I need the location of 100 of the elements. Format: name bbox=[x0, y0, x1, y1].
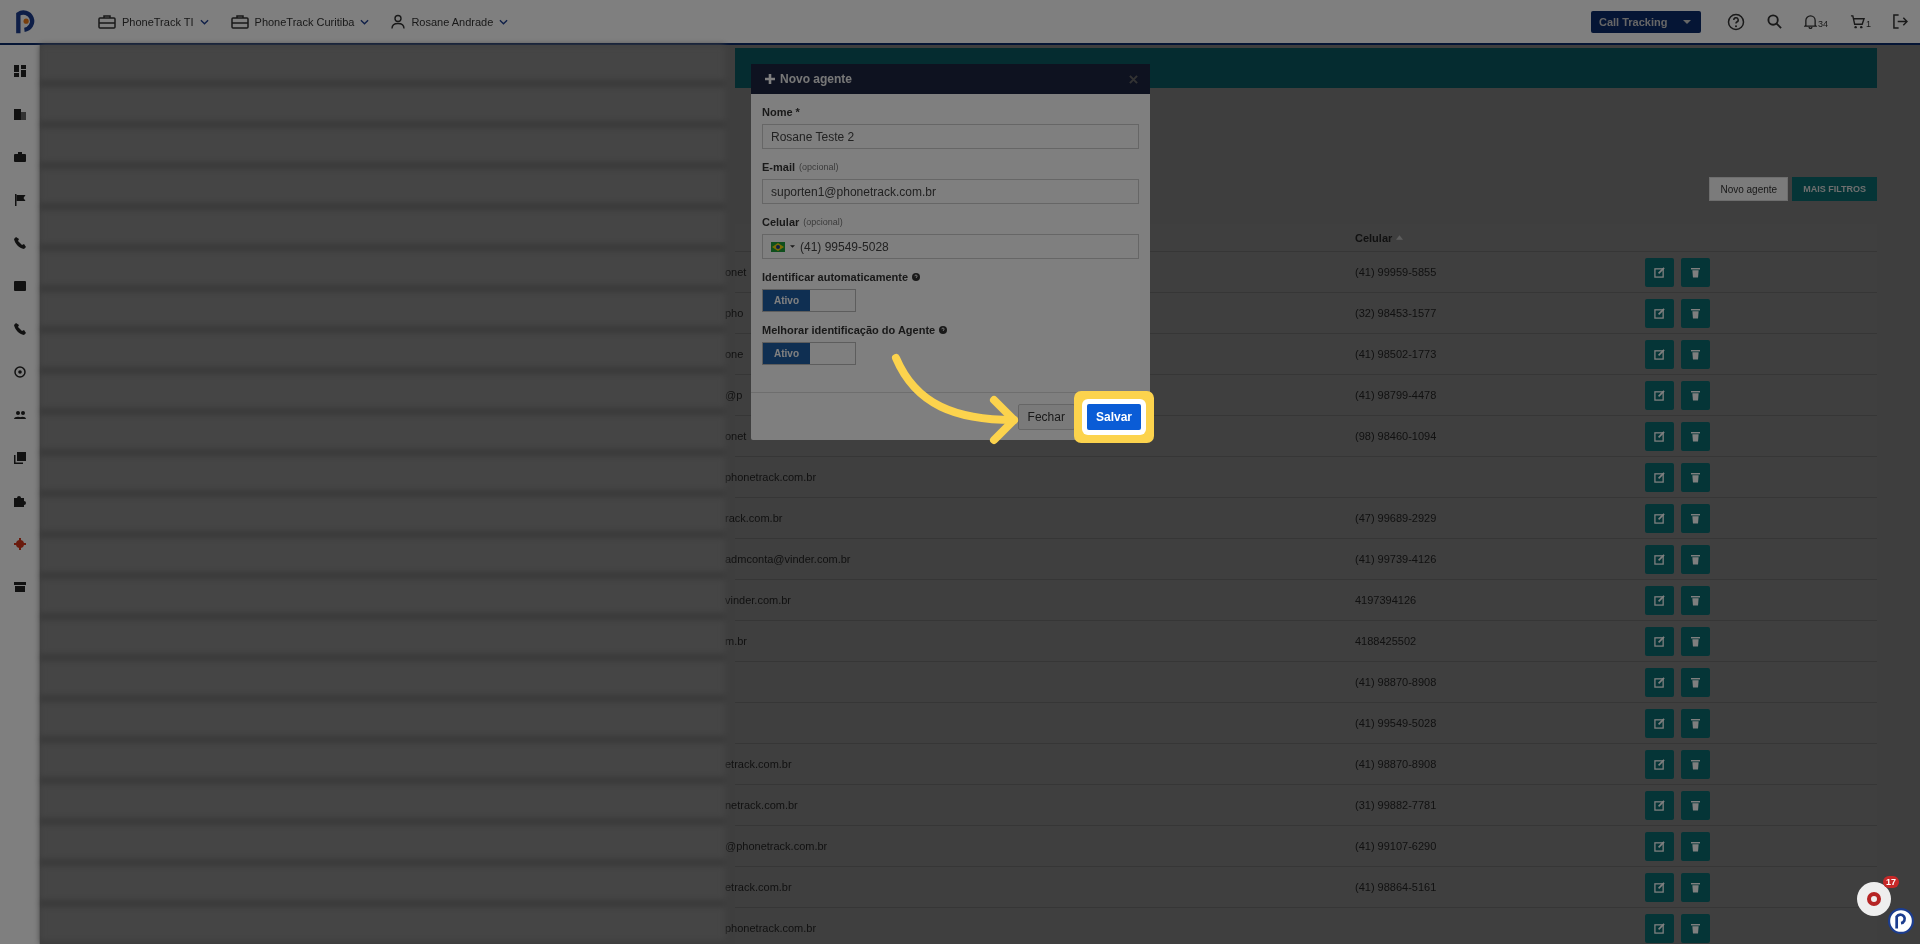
field-value: (41) 99549-5028 bbox=[800, 239, 889, 254]
delete-button[interactable] bbox=[1681, 749, 1710, 779]
help-icon bbox=[939, 326, 948, 334]
edit-button[interactable] bbox=[1645, 339, 1674, 369]
edit-button[interactable] bbox=[1645, 380, 1674, 410]
caret-icon bbox=[1682, 19, 1691, 24]
delete-button[interactable] bbox=[1681, 585, 1710, 615]
trash-icon bbox=[1691, 840, 1700, 852]
field-hint: (opcional) bbox=[799, 162, 839, 172]
user-icon bbox=[391, 14, 406, 29]
edit-icon bbox=[1654, 307, 1665, 319]
help-icon[interactable] bbox=[1726, 12, 1745, 31]
toggle-state: Ativo bbox=[763, 343, 810, 364]
toggle-switch[interactable]: Ativo bbox=[762, 289, 856, 312]
edit-button[interactable] bbox=[1645, 667, 1674, 697]
workspace-dropdown[interactable]: Rosane Andrade bbox=[391, 14, 509, 29]
edit-button[interactable] bbox=[1645, 503, 1674, 533]
chat-logo-icon bbox=[1867, 892, 1881, 906]
edit-icon bbox=[1654, 430, 1665, 442]
trash-icon bbox=[1691, 758, 1700, 770]
edit-icon bbox=[1654, 676, 1665, 688]
gear-icon bbox=[13, 537, 26, 550]
edit-icon bbox=[1654, 717, 1665, 729]
edit-button[interactable] bbox=[1645, 872, 1674, 902]
edit-icon bbox=[1654, 840, 1665, 852]
dashboard-icon bbox=[13, 64, 26, 77]
delete-button[interactable] bbox=[1681, 872, 1710, 902]
people-icon bbox=[13, 408, 26, 421]
toggle-switch[interactable]: Ativo bbox=[762, 342, 856, 365]
trash-icon bbox=[1691, 553, 1700, 565]
more-filters-button[interactable]: MAIS FILTROS bbox=[1792, 177, 1877, 201]
edit-button[interactable] bbox=[1645, 298, 1674, 328]
workspace-dropdown[interactable]: PhoneTrack TI bbox=[98, 14, 209, 29]
phone-field[interactable]: (41) 99549-5028 bbox=[762, 234, 1139, 259]
edit-button[interactable] bbox=[1645, 585, 1674, 615]
product-select[interactable]: Call Tracking bbox=[1590, 10, 1701, 33]
building-icon bbox=[13, 107, 26, 120]
trash-icon bbox=[1691, 799, 1700, 811]
edit-icon bbox=[1654, 594, 1665, 606]
badge-count: 17 bbox=[1883, 876, 1899, 888]
trash-icon bbox=[1691, 471, 1700, 483]
delete-button[interactable] bbox=[1681, 503, 1710, 533]
delete-button[interactable] bbox=[1681, 544, 1710, 574]
input-field[interactable]: Rosane Teste 2 bbox=[762, 124, 1139, 149]
trash-icon bbox=[1691, 676, 1700, 688]
delete-button[interactable] bbox=[1681, 462, 1710, 492]
cart-button[interactable]: 1 bbox=[1850, 14, 1871, 29]
delete-button[interactable] bbox=[1681, 913, 1710, 943]
toggle-label: Melhorar identificação do Agente bbox=[762, 324, 936, 336]
target-icon bbox=[13, 365, 26, 378]
delete-button[interactable] bbox=[1681, 667, 1710, 697]
close-button[interactable]: Fechar bbox=[1017, 403, 1075, 430]
trash-icon bbox=[1691, 594, 1700, 606]
edit-button[interactable] bbox=[1645, 749, 1674, 779]
delete-button[interactable] bbox=[1681, 380, 1710, 410]
edit-button[interactable] bbox=[1645, 421, 1674, 451]
cart-icon bbox=[1850, 14, 1865, 29]
delete-button[interactable] bbox=[1681, 298, 1710, 328]
delete-button[interactable] bbox=[1681, 626, 1710, 656]
delete-button[interactable] bbox=[1681, 831, 1710, 861]
trash-icon bbox=[1691, 430, 1700, 442]
toggle-label: Identificar automaticamente bbox=[762, 271, 909, 283]
delete-button[interactable] bbox=[1681, 790, 1710, 820]
delete-button[interactable] bbox=[1681, 421, 1710, 451]
edit-button[interactable] bbox=[1645, 913, 1674, 943]
edit-button[interactable] bbox=[1645, 462, 1674, 492]
edit-button[interactable] bbox=[1645, 626, 1674, 656]
trash-icon bbox=[1691, 881, 1700, 893]
trash-icon bbox=[1691, 389, 1700, 401]
edit-icon bbox=[1654, 922, 1665, 934]
edit-button[interactable] bbox=[1645, 831, 1674, 861]
delete-button[interactable] bbox=[1681, 257, 1710, 287]
caret-icon bbox=[790, 245, 795, 248]
delete-button[interactable] bbox=[1681, 708, 1710, 738]
edit-button[interactable] bbox=[1645, 544, 1674, 574]
field-label: E-mail bbox=[762, 161, 795, 173]
delete-button[interactable] bbox=[1681, 339, 1710, 369]
sort-icon bbox=[1396, 235, 1404, 240]
logout-icon[interactable] bbox=[1893, 14, 1908, 29]
workspace-dropdown[interactable]: PhoneTrack Curitiba bbox=[230, 14, 370, 29]
card-icon bbox=[13, 279, 26, 292]
briefcase-icon bbox=[98, 14, 116, 29]
edit-icon bbox=[1654, 348, 1665, 360]
notifications-button[interactable]: 34 bbox=[1803, 14, 1828, 29]
bell-icon bbox=[1803, 14, 1817, 29]
search-icon[interactable] bbox=[1766, 14, 1782, 29]
new-agent-button[interactable]: Novo agente bbox=[1709, 177, 1789, 201]
brazil-flag-icon bbox=[771, 241, 785, 252]
edit-button[interactable] bbox=[1645, 708, 1674, 738]
briefcase-icon bbox=[13, 150, 26, 163]
input-field[interactable]: suporten1@phonetrack.com.br bbox=[762, 179, 1139, 204]
edit-button[interactable] bbox=[1645, 790, 1674, 820]
edit-button[interactable] bbox=[1645, 257, 1674, 287]
edit-icon bbox=[1654, 881, 1665, 893]
edit-icon bbox=[1654, 758, 1665, 770]
edit-icon bbox=[1654, 799, 1665, 811]
toggle-state: Ativo bbox=[763, 290, 810, 311]
help-icon bbox=[912, 273, 921, 281]
field-label: Nome * bbox=[762, 106, 800, 118]
field-hint: (opcional) bbox=[803, 217, 843, 227]
